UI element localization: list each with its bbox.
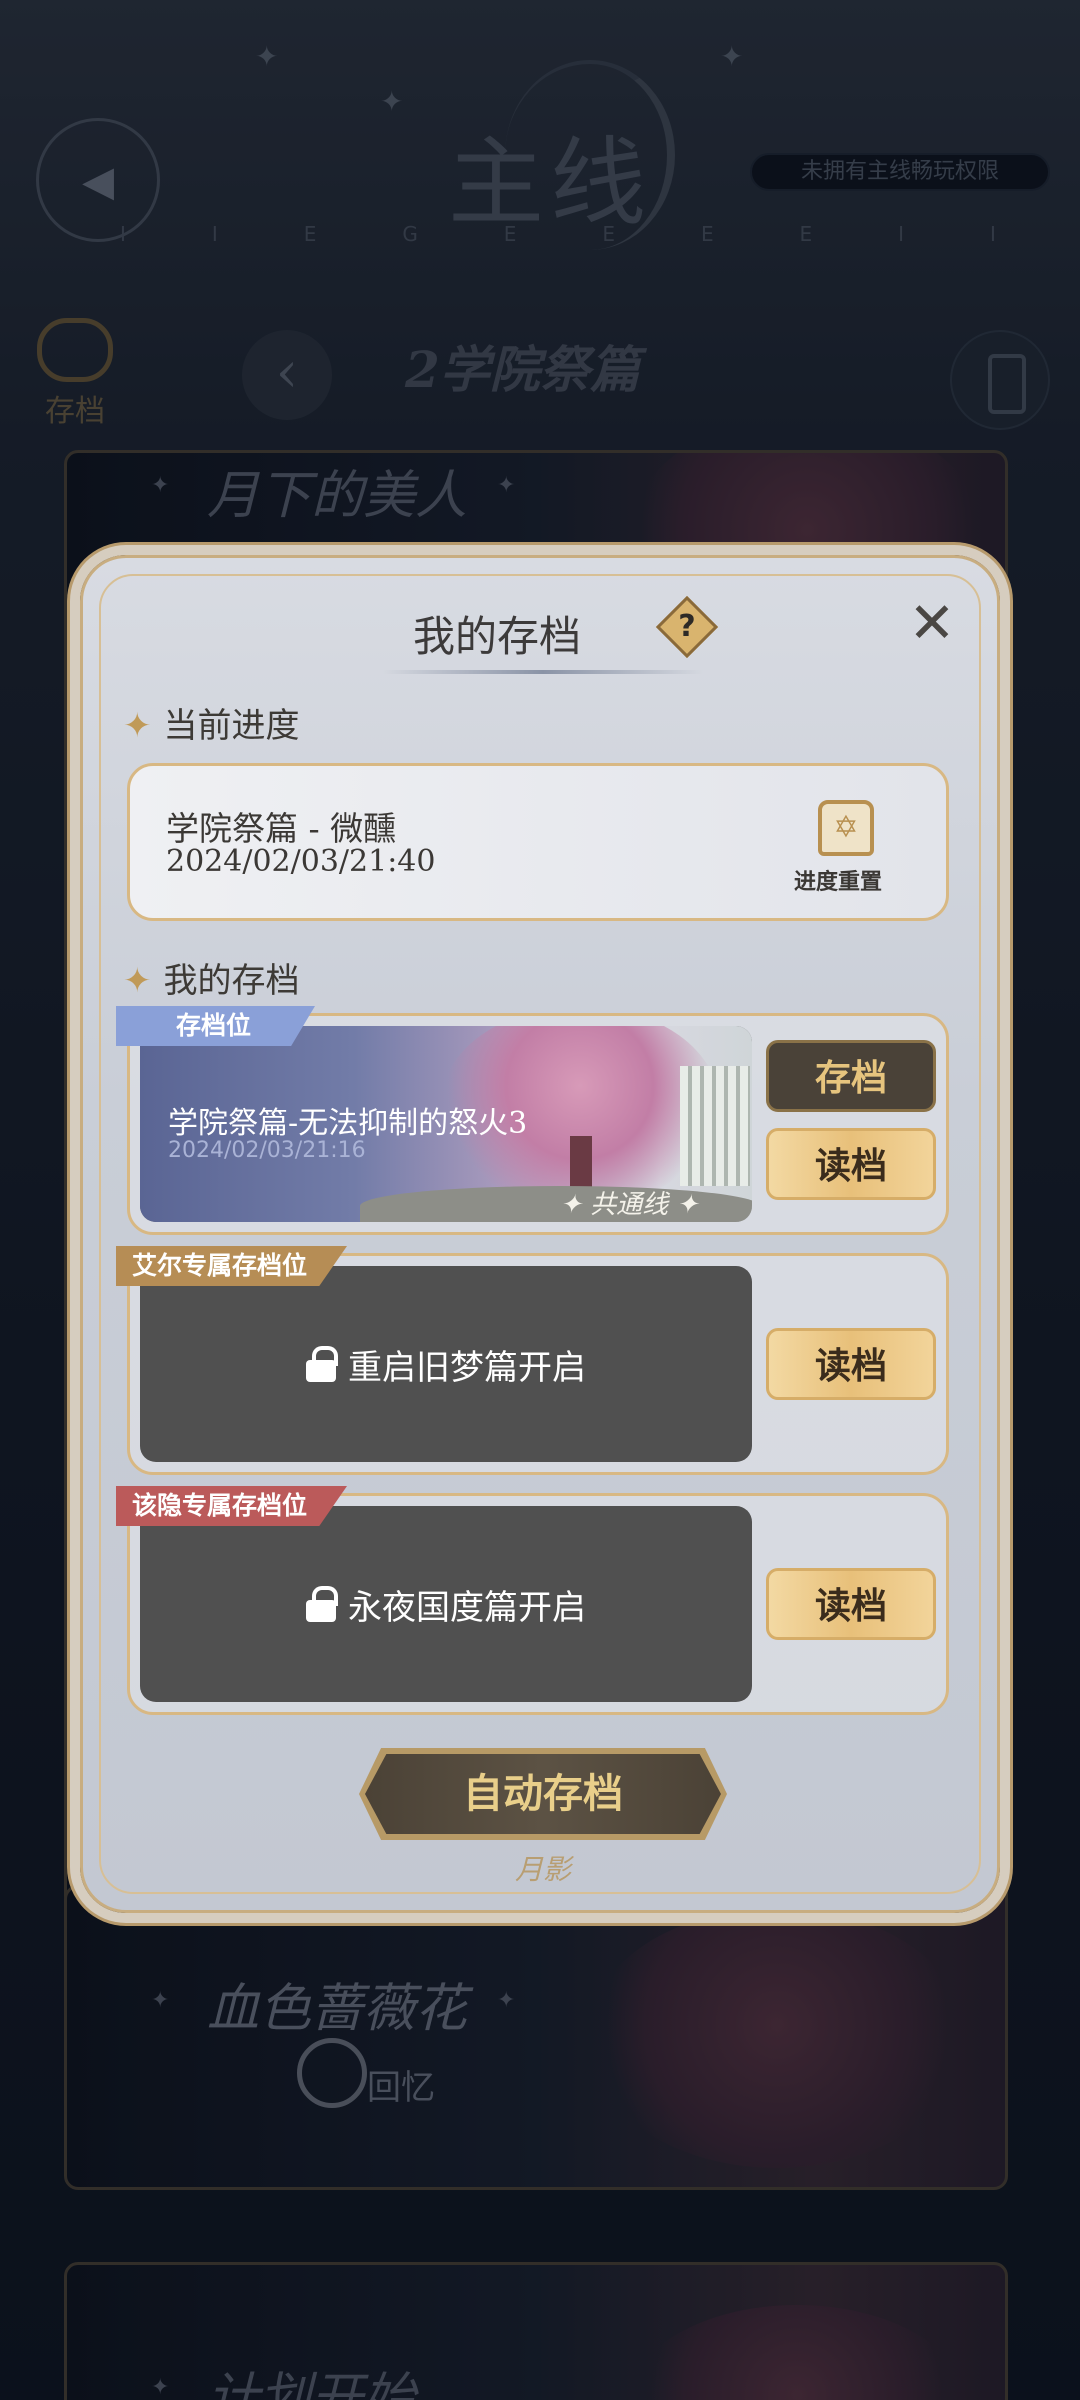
locked-slot-panel: 重启旧梦篇开启: [140, 1266, 752, 1462]
dialog-title: 我的存档: [413, 612, 582, 661]
current-progress-card: 学院祭篇 - 微醺 2024/02/03/21:40 ✡ 进度重置: [127, 763, 949, 921]
lock-icon: [306, 1346, 338, 1382]
game-logo: 月影: [514, 1853, 571, 1886]
load-button[interactable]: 读档: [766, 1128, 936, 1200]
auto-save-button[interactable]: 自动存档: [365, 1754, 721, 1834]
load-button[interactable]: 读档: [766, 1568, 936, 1640]
locked-message: 永夜国度篇开启: [140, 1506, 752, 1702]
my-saves-heading: ✦ 我的存档: [123, 961, 300, 1001]
save-slot-locked: 永夜国度篇开启 该隐专属存档位 读档: [116, 1486, 949, 1715]
save-slot-locked: 重启旧梦篇开启 艾尔专属存档位 读档: [116, 1246, 949, 1475]
save-dialog: 我的存档 ? ✕ ✦ 当前进度 学院祭篇 - 微醺 2024/02/03/21:4…: [80, 555, 1000, 1913]
load-button[interactable]: 读档: [766, 1328, 936, 1400]
sparkle-icon: ✦: [123, 961, 152, 1001]
save-slot-tag: 存档位: [116, 1006, 316, 1046]
progress-time: 2024/02/03/21:40: [166, 844, 436, 879]
title-divider: [383, 670, 703, 674]
save-slot-preview[interactable]: 学院祭篇-无法抑制的怒火3 2024/02/03/21:16 ✦ 共通线 ✦: [140, 1026, 752, 1222]
building-illustration: [680, 1066, 750, 1186]
save-slot-tag: 该隐专属存档位: [116, 1486, 348, 1526]
save-button[interactable]: 存档: [766, 1040, 936, 1112]
locked-message: 重启旧梦篇开启: [140, 1266, 752, 1462]
save-slot: 学院祭篇-无法抑制的怒火3 2024/02/03/21:16 ✦ 共通线 ✦ 存…: [116, 1006, 949, 1235]
locked-slot-panel: 永夜国度篇开启: [140, 1506, 752, 1702]
progress-chapter: 学院祭篇 - 微醺: [166, 809, 397, 848]
save-slot-title: 学院祭篇-无法抑制的怒火3: [168, 1106, 528, 1141]
route-badge: ✦ 共通线 ✦: [560, 1190, 699, 1220]
sparkle-icon: ✦: [123, 706, 152, 746]
save-slot-time: 2024/02/03/21:16: [168, 1138, 366, 1163]
reset-progress-button[interactable]: 进度重置: [794, 864, 882, 896]
save-slot-tag: 艾尔专属存档位: [116, 1246, 348, 1286]
current-progress-heading: ✦ 当前进度: [123, 706, 300, 746]
close-icon[interactable]: ✕: [903, 596, 961, 656]
lock-icon: [306, 1586, 338, 1622]
reset-progress-icon[interactable]: ✡: [818, 800, 874, 856]
